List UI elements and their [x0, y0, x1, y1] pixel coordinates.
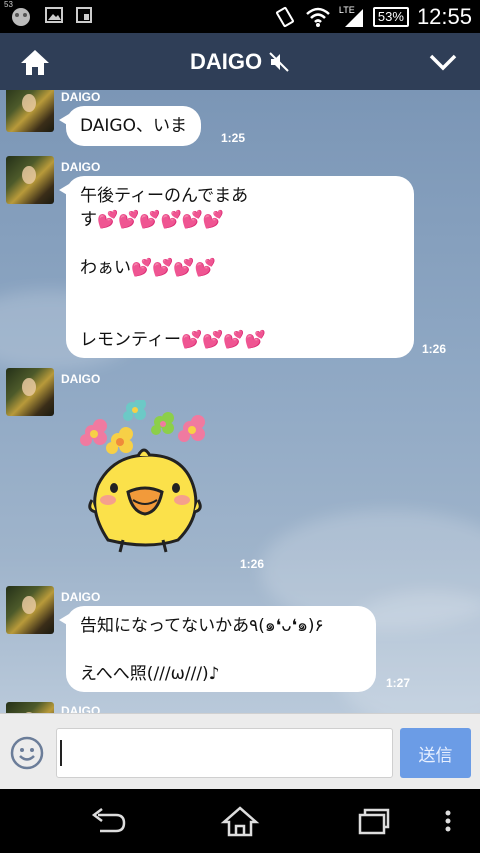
- send-button[interactable]: 送信: [400, 728, 471, 778]
- message-time: 1:26: [240, 557, 265, 571]
- home-nav-icon[interactable]: [220, 805, 260, 837]
- message-bubble[interactable]: DAIGO、いま: [59, 106, 201, 146]
- signal-icon: LTE: [339, 5, 365, 29]
- avatar[interactable]: [6, 90, 54, 132]
- avatar[interactable]: [6, 702, 54, 713]
- text-caret: [60, 740, 62, 766]
- vibrate-icon: [275, 6, 294, 27]
- message-bubble[interactable]: 午後ティーのんでまあ す💕💕💕💕💕💕 わぁい💕💕💕💕 レモンティー💕💕💕💕: [59, 176, 414, 358]
- message-bubble[interactable]: 告知になってないかあ٩(๑❛ᴗ❛๑)۶ えへへ照(///ω///)♪: [59, 606, 376, 692]
- image-icon: [45, 7, 63, 23]
- message-input-bar: 送信: [0, 713, 480, 789]
- avatar[interactable]: [6, 156, 54, 204]
- chat-title: DAIGO: [189, 48, 263, 74]
- emoticon-icon[interactable]: [10, 736, 44, 770]
- home-icon[interactable]: [18, 47, 52, 77]
- status-bar: 53 LTE 53% 12:55: [0, 0, 480, 33]
- message-input[interactable]: [56, 728, 393, 778]
- mute-icon: [269, 51, 289, 72]
- battery-indicator: 53%: [372, 6, 409, 27]
- message-time: 1:27: [386, 676, 411, 690]
- app-notification-icon: [12, 8, 30, 26]
- chevron-down-icon[interactable]: [428, 49, 458, 75]
- chick-sticker[interactable]: [78, 400, 213, 565]
- recent-apps-icon[interactable]: [352, 805, 392, 837]
- screenshot-icon: [76, 7, 92, 23]
- back-icon[interactable]: [88, 805, 128, 837]
- system-nav-bar: [0, 789, 480, 853]
- message-time: 1:25: [221, 131, 246, 145]
- sender-name: DAIGO: [61, 90, 101, 104]
- flower-decoration: [80, 400, 205, 454]
- avatar[interactable]: [6, 586, 54, 634]
- more-options-icon[interactable]: [436, 805, 460, 837]
- chat-area[interactable]: DAIGO DAIGO、いま 1:25 DAIGO 午後ティーのんでまあ す💕💕…: [0, 90, 480, 713]
- avatar[interactable]: [6, 368, 54, 416]
- chat-header: DAIGO: [0, 33, 480, 90]
- sender-name: DAIGO: [61, 160, 101, 174]
- wifi-icon: [306, 7, 330, 27]
- chat-title-area: DAIGO: [0, 33, 480, 90]
- sender-name: DAIGO: [61, 372, 101, 386]
- sender-name: DAIGO: [61, 704, 101, 713]
- message-time: 1:26: [422, 342, 447, 356]
- clock: 12:55: [416, 3, 472, 29]
- sender-name: DAIGO: [61, 590, 101, 604]
